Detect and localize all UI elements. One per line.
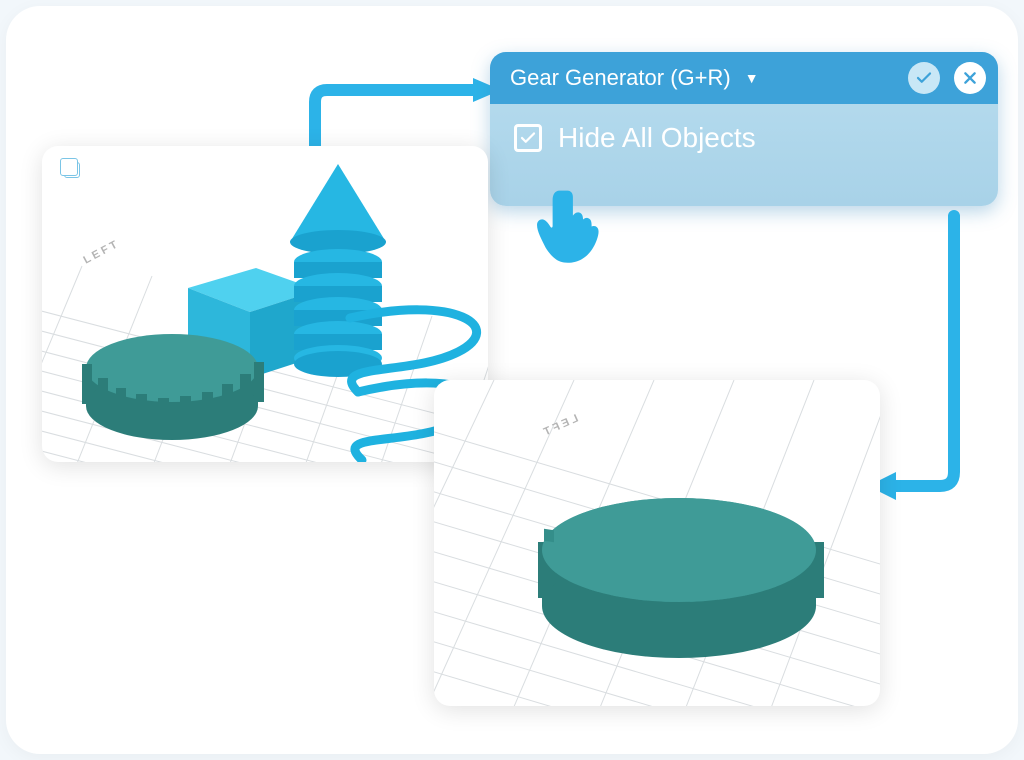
gear-object-large (524, 476, 834, 676)
close-button[interactable] (954, 62, 986, 94)
hide-all-objects-checkbox[interactable] (514, 124, 542, 152)
hide-all-objects-label: Hide All Objects (558, 122, 756, 154)
scene-before-card: LEFT (42, 146, 488, 462)
scene-after-card: LEFT (434, 380, 880, 706)
gear-generator-panel: Gear Generator (G+R) ▼ Hide All Objects (490, 52, 998, 206)
pointer-hand-icon (530, 186, 608, 264)
panel-header: Gear Generator (G+R) ▼ (490, 52, 998, 104)
confirm-button[interactable] (908, 62, 940, 94)
dropdown-icon[interactable]: ▼ (745, 70, 759, 86)
panel-body: Hide All Objects (490, 104, 998, 172)
diagram-canvas: Gear Generator (G+R) ▼ Hide All Objects (6, 6, 1018, 754)
panel-title: Gear Generator (G+R) (510, 65, 731, 91)
copy-icon (64, 162, 80, 178)
gear-object-small (72, 326, 272, 446)
